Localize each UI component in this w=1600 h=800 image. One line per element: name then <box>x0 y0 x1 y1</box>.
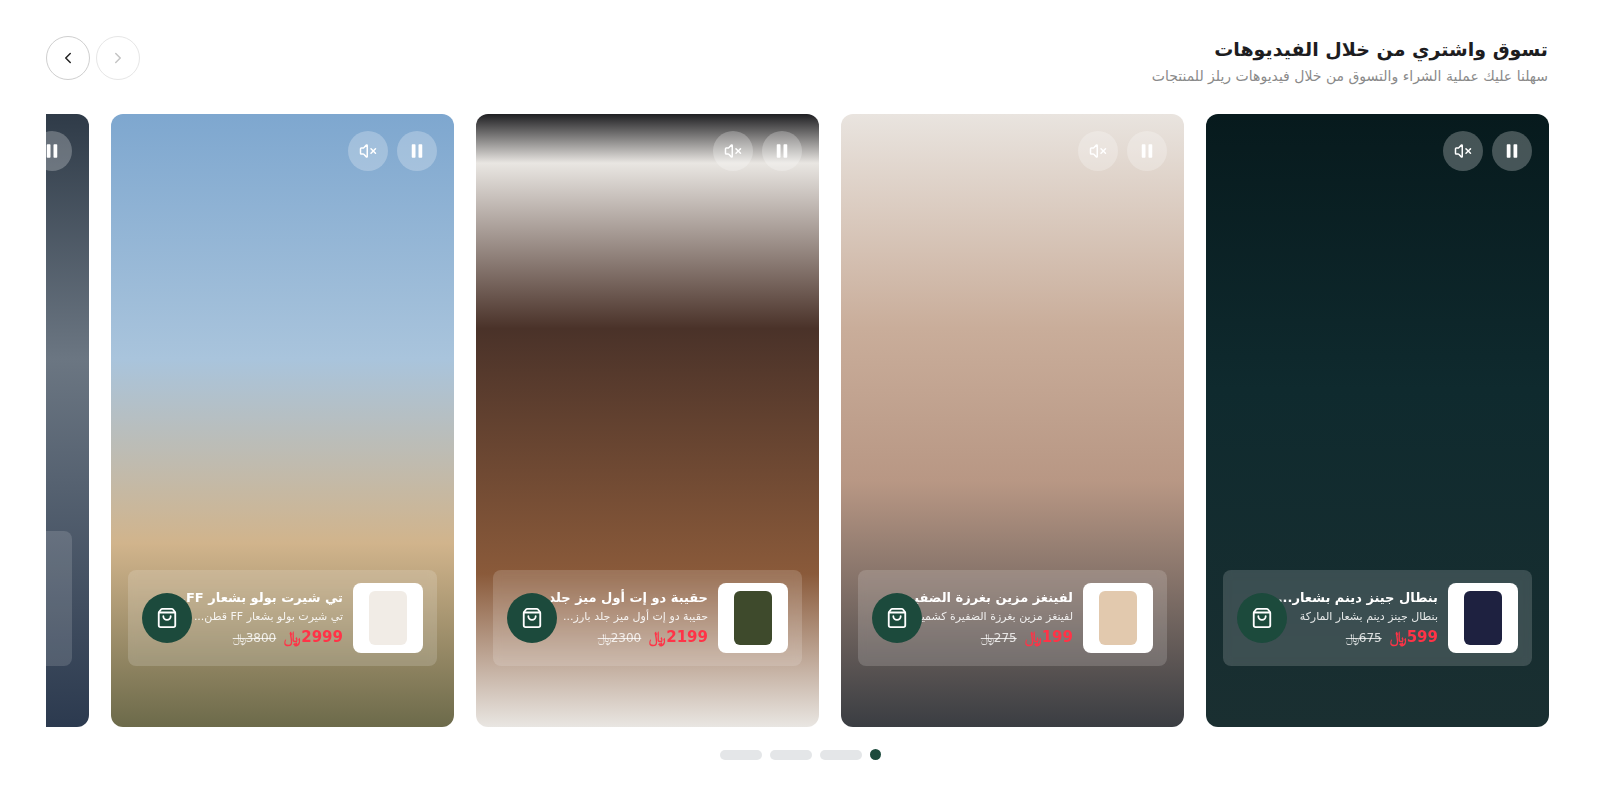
reel-card[interactable]: تي شيرت بولو بشعار FF... تي شيرت بولو بشع… <box>111 114 454 727</box>
muted-icon <box>724 142 742 160</box>
product-thumbnail <box>1448 583 1518 653</box>
product-thumbnail <box>353 583 423 653</box>
product-title: لفينغز مزين بغرزة الضفيرة... <box>932 590 1073 605</box>
old-price: 275﷼ <box>981 631 1017 645</box>
product-panel[interactable]: لفينغز مزين بغرزة الضفيرة... لفينغز مزين … <box>858 570 1167 666</box>
add-to-cart-button[interactable] <box>1237 593 1287 643</box>
section-title: تسوق واشتري من خلال الفيديوهات <box>1152 38 1548 60</box>
product-title: تي شيرت بولو بشعار FF... <box>202 590 343 605</box>
muted-icon <box>1089 142 1107 160</box>
product-info: حقيبة دو إت أول ميز جلد... حقيبة دو إت أو… <box>567 590 708 646</box>
old-price: 3800﷼ <box>233 631 277 645</box>
bag-plus-icon <box>1251 607 1273 629</box>
product-thumbnail <box>718 583 788 653</box>
pause-button[interactable] <box>46 131 72 171</box>
carousel-nav <box>46 36 140 80</box>
add-to-cart-button[interactable] <box>507 593 557 643</box>
sale-price: 599﷼ <box>1390 628 1438 646</box>
video-controls <box>46 131 72 171</box>
pagination-dot[interactable] <box>820 750 862 760</box>
pagination-dot[interactable] <box>770 750 812 760</box>
reels-section: تسوق واشتري من خلال الفيديوهات سهلنا عليك… <box>0 0 1600 760</box>
mute-button[interactable] <box>1443 131 1483 171</box>
pause-icon <box>773 142 791 160</box>
add-to-cart-button[interactable] <box>142 593 192 643</box>
pause-button[interactable] <box>762 131 802 171</box>
pagination-dot[interactable] <box>870 749 881 760</box>
pause-icon <box>1138 142 1156 160</box>
product-title: حقيبة دو إت أول ميز جلد... <box>567 590 708 605</box>
product-info: بنطال جينز دينم بشعار... بنطال جينز دينم … <box>1297 590 1438 646</box>
section-header: تسوق واشتري من خلال الفيديوهات سهلنا عليك… <box>46 36 1554 84</box>
reel-card[interactable]: بنطال جينز دينم بشعار... بنطال جينز دينم … <box>1206 114 1549 727</box>
next-button[interactable] <box>46 36 90 80</box>
reels-track[interactable]: بنطال جينز دينم بشعار... بنطال جينز دينم … <box>46 114 1554 727</box>
pagination-dot[interactable] <box>720 750 762 760</box>
product-panel[interactable]: حقيبة دو إت أول ميز جلد... حقيبة دو إت أو… <box>493 570 802 666</box>
old-price: 2300﷼ <box>598 631 642 645</box>
pause-button[interactable] <box>1127 131 1167 171</box>
sale-price: 2199﷼ <box>649 628 708 646</box>
chevron-right-icon <box>109 49 127 67</box>
product-thumbnail <box>1083 583 1153 653</box>
bag-plus-icon <box>886 607 908 629</box>
product-info: تي شيرت بولو بشعار FF... تي شيرت بولو بشع… <box>202 590 343 646</box>
mute-button[interactable] <box>348 131 388 171</box>
sale-price: 2999﷼ <box>284 628 343 646</box>
price-row: 2999﷼ 3800﷼ <box>202 628 343 646</box>
old-price: 675﷼ <box>1346 631 1382 645</box>
pause-icon <box>1503 142 1521 160</box>
product-description: لفينغز مزين بغرزة الضفيرة كشمير <box>932 610 1073 623</box>
mute-button[interactable] <box>713 131 753 171</box>
muted-icon <box>1454 142 1472 160</box>
pagination <box>46 749 1554 760</box>
sale-price: 199﷼ <box>1025 628 1073 646</box>
product-description: حقيبة دو إت أول ميز جلد بارز... <box>567 610 708 623</box>
muted-icon <box>359 142 377 160</box>
header-text: تسوق واشتري من خلال الفيديوهات سهلنا عليك… <box>1152 36 1548 84</box>
bag-plus-icon <box>521 607 543 629</box>
reel-card[interactable] <box>46 114 89 727</box>
pause-icon <box>408 142 426 160</box>
video-controls <box>713 131 802 171</box>
video-controls <box>1078 131 1167 171</box>
price-row: 199﷼ 275﷼ <box>932 628 1073 646</box>
prev-button[interactable] <box>96 36 140 80</box>
mute-button[interactable] <box>1078 131 1118 171</box>
bag-plus-icon <box>156 607 178 629</box>
pause-button[interactable] <box>1492 131 1532 171</box>
section-subtitle: سهلنا عليك عملية الشراء والتسوق من خلال … <box>1152 68 1548 84</box>
product-panel[interactable] <box>46 531 72 666</box>
price-row: 599﷼ 675﷼ <box>1297 628 1438 646</box>
add-to-cart-button[interactable] <box>872 593 922 643</box>
product-description: بنطال جينز دينم بشعار الماركة <box>1297 610 1438 623</box>
product-info: لفينغز مزين بغرزة الضفيرة... لفينغز مزين … <box>932 590 1073 646</box>
product-description: تي شيرت بولو بشعار FF قطن... <box>202 610 343 623</box>
product-panel[interactable]: تي شيرت بولو بشعار FF... تي شيرت بولو بشع… <box>128 570 437 666</box>
pause-icon <box>46 142 61 160</box>
pause-button[interactable] <box>397 131 437 171</box>
product-panel[interactable]: بنطال جينز دينم بشعار... بنطال جينز دينم … <box>1223 570 1532 666</box>
reel-card[interactable]: حقيبة دو إت أول ميز جلد... حقيبة دو إت أو… <box>476 114 819 727</box>
product-title: بنطال جينز دينم بشعار... <box>1297 590 1438 605</box>
price-row: 2199﷼ 2300﷼ <box>567 628 708 646</box>
video-controls <box>1443 131 1532 171</box>
video-controls <box>348 131 437 171</box>
chevron-left-icon <box>59 49 77 67</box>
reel-card[interactable]: لفينغز مزين بغرزة الضفيرة... لفينغز مزين … <box>841 114 1184 727</box>
